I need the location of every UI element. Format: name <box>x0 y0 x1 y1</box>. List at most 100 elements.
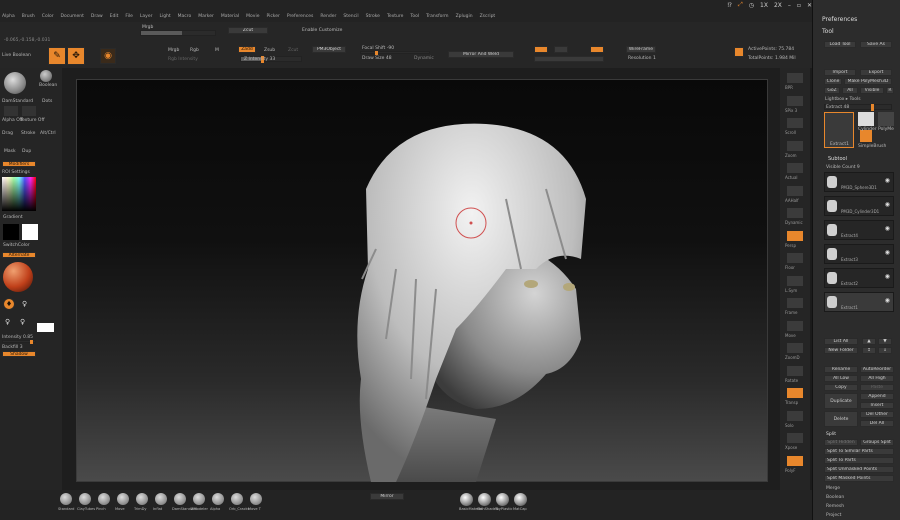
arrow-down-button[interactable]: ▼ <box>878 338 892 345</box>
del-other-button[interactable]: Del Other <box>860 411 894 418</box>
stroke-icon[interactable] <box>4 106 18 116</box>
rename-button[interactable]: Rename <box>824 366 858 373</box>
brush-move-t-button[interactable] <box>250 493 262 505</box>
brush-standard-button[interactable] <box>60 493 72 505</box>
mask-button[interactable]: Mask <box>4 149 16 154</box>
symmetry-y-button[interactable] <box>554 46 568 53</box>
preferences-label[interactable]: Preferences <box>822 16 857 23</box>
project-label[interactable]: Project <box>826 513 841 518</box>
menu-item-transform[interactable]: Transform <box>426 14 448 19</box>
menu-item-color[interactable]: Color <box>42 14 54 19</box>
shelf-polyf-button[interactable] <box>786 454 804 467</box>
menu-item-light[interactable]: Light <box>159 14 170 19</box>
shelf-move-button[interactable] <box>786 319 804 332</box>
shelf-rotate-button[interactable] <box>786 364 804 377</box>
material-matcap-button[interactable] <box>514 493 527 506</box>
export-button[interactable]: Export <box>860 69 892 76</box>
light-icon[interactable]: ♦ <box>3 298 15 310</box>
enable-customize-label[interactable]: Enable Customize <box>302 28 342 33</box>
arrow-up-button[interactable]: ▲ <box>862 338 876 345</box>
menu-item-preferences[interactable]: Preferences <box>287 14 313 19</box>
brush-thumbnail[interactable] <box>4 72 26 94</box>
wireframe-button[interactable]: WireFrame <box>626 46 656 53</box>
modifiers-button[interactable]: Modifiers <box>2 161 36 167</box>
lazy-label[interactable]: Alt/Ctrl <box>40 131 56 136</box>
split-masked-button[interactable]: Split Masked Points <box>824 475 894 482</box>
menu-item-stroke[interactable]: Stroke <box>366 14 380 19</box>
shelf-persp-button[interactable] <box>786 229 804 242</box>
edit-button[interactable]: ✎ <box>48 47 66 65</box>
brush-damstandard-button[interactable] <box>174 493 186 505</box>
all-low-button[interactable]: All Low <box>824 375 858 382</box>
new-folder-button[interactable]: New Folder <box>824 347 858 354</box>
insert-button[interactable]: Insert <box>860 402 894 409</box>
scale-1x-button[interactable]: 1X <box>760 2 768 9</box>
brush-move-button[interactable] <box>117 493 129 505</box>
shelf-scroll-button[interactable] <box>786 117 804 129</box>
list-all-button[interactable]: List All <box>824 338 858 345</box>
menu-item-file[interactable]: File <box>125 14 133 19</box>
menu-item-layer[interactable]: Layer <box>140 14 153 19</box>
scale-2x-button[interactable]: 2X <box>774 2 782 9</box>
mirror-weld-button[interactable]: Mirror And Weld <box>448 51 514 58</box>
all-button[interactable]: All <box>842 87 858 94</box>
dup-button[interactable]: Dup <box>22 149 31 154</box>
shelf-spix-3-button[interactable] <box>786 94 804 107</box>
brush-pinch-button[interactable] <box>98 493 110 505</box>
rgb-intensity-label[interactable]: Rgb Intensity <box>168 57 198 62</box>
split-similar-button[interactable]: Split To Similar Parts <box>824 448 894 455</box>
dynamic-button[interactable]: Dynamic <box>414 56 434 61</box>
shelf-zoomd-button[interactable] <box>786 342 804 354</box>
save-as-button[interactable]: Save As <box>860 41 892 48</box>
zsub-button[interactable]: Zsub <box>264 48 275 53</box>
tool-title[interactable]: Tool <box>822 28 834 35</box>
paste-button[interactable]: Paste <box>860 384 894 391</box>
focal-shift-slider[interactable] <box>360 51 430 55</box>
texture-off-label[interactable]: Texture Off <box>20 118 45 123</box>
material-sphere[interactable] <box>3 262 33 292</box>
shadow-button[interactable]: Shadow <box>2 351 36 357</box>
light-bulb-icon-2[interactable]: ♀ <box>5 318 10 326</box>
r-button[interactable]: R <box>886 87 894 94</box>
split-hidden-button[interactable]: Split Hidden <box>824 439 858 446</box>
boolean-sphere-icon[interactable] <box>40 70 52 82</box>
material-skinshade4-button[interactable] <box>478 493 491 506</box>
eye-icon[interactable]: ◉ <box>885 297 890 304</box>
drag-label[interactable]: Drag <box>2 131 13 136</box>
menu-item-edit[interactable]: Edit <box>110 14 119 19</box>
pm3d-button[interactable]: PM3Object <box>312 46 346 53</box>
eye-icon[interactable]: ◉ <box>885 249 890 256</box>
move-up-button[interactable]: ↥ <box>862 347 876 354</box>
rgb-button[interactable]: Rgb <box>190 48 199 53</box>
brush-claytubes-button[interactable] <box>79 493 91 505</box>
eye-icon[interactable]: ◉ <box>885 273 890 280</box>
menu-item-brush[interactable]: Brush <box>22 14 35 19</box>
subtool-row[interactable]: ◉ PM3D_Cylinder3D1 <box>824 196 894 216</box>
zcut-button[interactable]: Zcut <box>288 48 298 53</box>
menu-item-picker[interactable]: Picker <box>266 14 279 19</box>
shelf-aahalf-button[interactable] <box>786 184 804 197</box>
menu-item-movie[interactable]: Movie <box>246 14 259 19</box>
material-toyplastic-button[interactable] <box>496 493 509 506</box>
restore-icon[interactable]: ▫ <box>797 2 801 9</box>
subtool-header[interactable]: Subtool <box>828 156 847 162</box>
menu-item-document[interactable]: Document <box>61 14 84 19</box>
split-section-label[interactable]: Split <box>826 432 836 437</box>
remesh-label[interactable]: Remesh <box>826 504 844 509</box>
lightbox-button[interactable]: Live Boolean <box>2 53 31 58</box>
symmetry-slider[interactable] <box>534 56 604 62</box>
intensity-slider[interactable] <box>2 340 36 344</box>
brush-inflat-button[interactable] <box>155 493 167 505</box>
split-unmasked-button[interactable]: Split Unmasked Points <box>824 466 894 473</box>
m-button[interactable]: M <box>215 48 219 53</box>
shelf-bpr-button[interactable] <box>786 72 804 84</box>
menu-item-stencil[interactable]: Stencil <box>343 14 358 19</box>
split-parts-button[interactable]: Split To Parts <box>824 457 894 464</box>
draw-button[interactable]: ✥ <box>67 47 85 65</box>
zadd-button[interactable]: Zcut <box>228 27 268 34</box>
mrgb-label[interactable]: Mrgb <box>168 48 179 53</box>
append-button[interactable]: Append <box>860 393 894 400</box>
color-picker[interactable] <box>2 177 36 211</box>
sculpt-head-model[interactable] <box>76 79 768 482</box>
eye-icon[interactable]: ◉ <box>885 225 890 232</box>
